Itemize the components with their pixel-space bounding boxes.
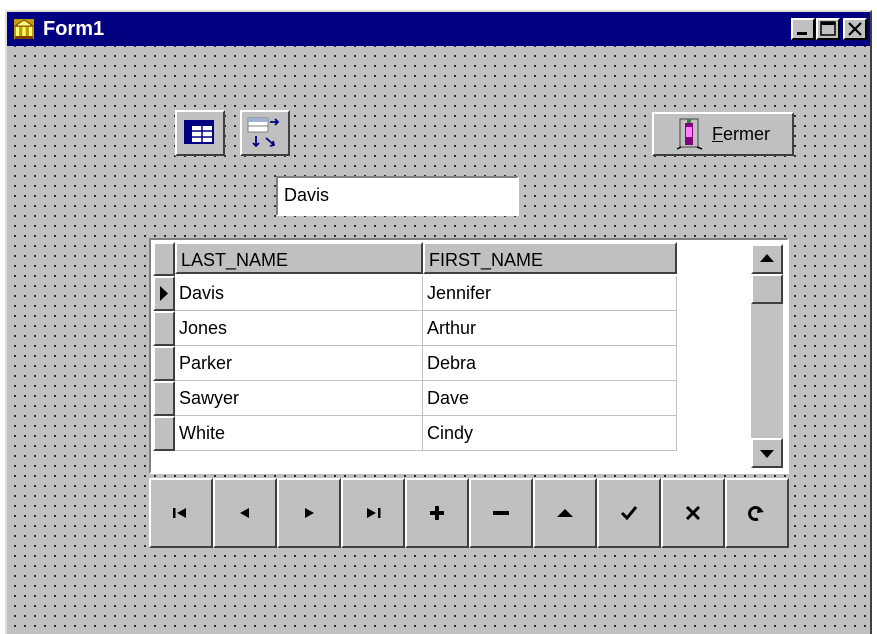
scroll-up-button[interactable] [751, 244, 783, 274]
fermer-label: Fermer [712, 124, 770, 145]
form1-window: Form1 Fermer Davis LAST_NAME FIRST_NAME … [5, 10, 872, 634]
fermer-accel-char: F [711, 123, 723, 144]
cell-first-name[interactable]: Debra [423, 346, 677, 381]
nav-delete-button[interactable] [469, 478, 533, 548]
row-indicator[interactable] [153, 416, 175, 451]
first-record-icon [173, 508, 186, 518]
door-exit-icon [676, 118, 703, 150]
minimize-icon [797, 32, 807, 35]
nav-first-button[interactable] [149, 478, 213, 548]
db-navigator [149, 478, 789, 548]
grid-view-button[interactable] [175, 110, 225, 156]
last-record-icon [367, 508, 381, 518]
app-icon [13, 19, 35, 39]
scroll-thumb[interactable] [751, 274, 783, 304]
edit-triangle-icon [557, 509, 573, 517]
cell-last-name[interactable]: Davis [175, 276, 423, 311]
grid-vertical-scrollbar[interactable] [751, 244, 783, 468]
grid-corner-cell [153, 242, 175, 276]
next-record-icon [305, 508, 314, 518]
fermer-label-rest: ermer [722, 123, 770, 144]
arrow-down-icon [760, 450, 774, 458]
cell-last-name[interactable]: Jones [175, 311, 423, 346]
nav-prior-button[interactable] [213, 478, 277, 548]
sort-fields-icon [247, 117, 280, 148]
arrow-up-icon [760, 254, 774, 262]
cell-last-name[interactable]: Parker [175, 346, 423, 381]
current-row-arrow-icon [160, 286, 168, 301]
maximize-button[interactable] [816, 18, 840, 40]
plus-icon [430, 506, 444, 520]
nav-cancel-button[interactable] [661, 478, 725, 548]
refresh-icon [748, 506, 764, 521]
window-title: Form1 [43, 18, 105, 40]
cancel-x-icon [685, 505, 701, 521]
form-client-area: Fermer Davis LAST_NAME FIRST_NAME Davis … [7, 46, 870, 634]
cell-first-name[interactable]: Arthur [423, 311, 677, 346]
data-grid[interactable]: LAST_NAME FIRST_NAME Davis Jennifer Jone… [149, 238, 789, 474]
nav-refresh-button[interactable] [725, 478, 789, 548]
row-indicator[interactable] [153, 381, 175, 416]
nav-last-button[interactable] [341, 478, 405, 548]
close-icon [848, 22, 862, 36]
cell-first-name[interactable]: Dave [423, 381, 677, 416]
column-header-first-name[interactable]: FIRST_NAME [423, 242, 677, 274]
scroll-down-button[interactable] [751, 438, 783, 468]
prior-record-icon [240, 508, 249, 518]
cell-last-name[interactable]: Sawyer [175, 381, 423, 416]
close-window-button[interactable] [843, 18, 867, 40]
cell-first-name[interactable]: Jennifer [423, 276, 677, 311]
nav-post-button[interactable] [597, 478, 661, 548]
last-name-edit[interactable]: Davis [276, 176, 519, 216]
nav-next-button[interactable] [277, 478, 341, 548]
nav-insert-button[interactable] [405, 478, 469, 548]
grid-view-icon [184, 120, 214, 144]
row-indicator-current[interactable] [153, 276, 175, 311]
maximize-icon [820, 21, 836, 36]
checkmark-icon [620, 506, 638, 521]
sort-fields-button[interactable] [240, 110, 290, 156]
cell-first-name[interactable]: Cindy [423, 416, 677, 451]
row-indicator[interactable] [153, 346, 175, 381]
minimize-button[interactable] [791, 18, 815, 40]
nav-edit-button[interactable] [533, 478, 597, 548]
fermer-button[interactable]: Fermer [652, 112, 794, 156]
column-header-last-name[interactable]: LAST_NAME [175, 242, 423, 274]
title-bar[interactable]: Form1 [7, 12, 870, 46]
cell-last-name[interactable]: White [175, 416, 423, 451]
row-indicator[interactable] [153, 311, 175, 346]
minus-icon [493, 511, 509, 515]
